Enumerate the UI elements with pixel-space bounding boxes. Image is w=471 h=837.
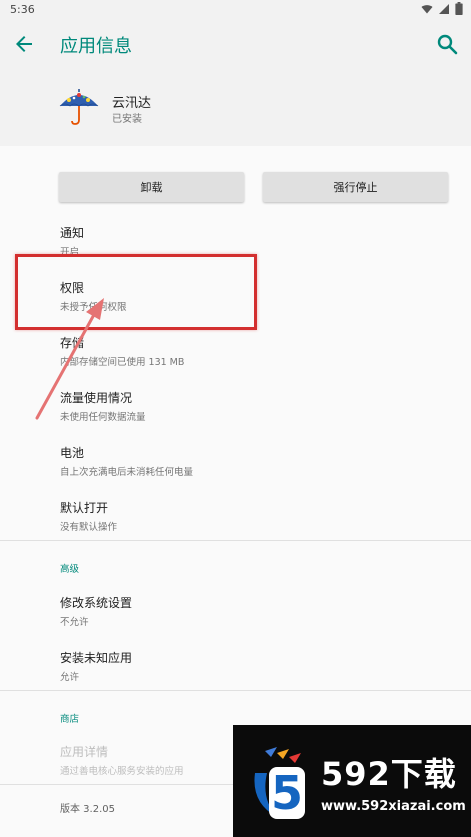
open-by-default-item[interactable]: 默认打开 没有默认操作 xyxy=(60,499,117,533)
item-subtitle: 通过善电核心服务安装的应用 xyxy=(60,766,184,777)
page-title: 应用信息 xyxy=(60,36,132,57)
back-arrow-icon[interactable] xyxy=(12,32,36,56)
version-label: 版本 3.2.05 xyxy=(60,804,115,815)
storage-item[interactable]: 存储 内部存储空间已使用 131 MB xyxy=(60,334,184,368)
watermark: 5 592下载 www.592xiazai.com xyxy=(233,725,471,837)
wifi-icon xyxy=(421,4,433,13)
item-title: 默认打开 xyxy=(60,501,109,515)
item-subtitle: 没有默认操作 xyxy=(60,522,118,533)
cellular-icon xyxy=(439,3,449,14)
install-unknown-apps-item[interactable]: 安装未知应用 允许 xyxy=(60,649,132,683)
app-name: 云汛达 xyxy=(112,96,152,111)
search-icon[interactable] xyxy=(435,32,459,56)
uninstall-button[interactable]: 卸载 xyxy=(59,172,244,202)
item-title: 电池 xyxy=(60,446,85,460)
item-subtitle: 自上次充满电后未消耗任何电量 xyxy=(60,467,194,478)
modify-system-settings-item[interactable]: 修改系统设置 不允许 xyxy=(60,594,132,628)
data-usage-item[interactable]: 流量使用情况 未使用任何数据流量 xyxy=(60,389,146,423)
advanced-section-header: 高级 xyxy=(60,564,80,575)
status-bar: 5:36 xyxy=(0,0,471,20)
battery-icon xyxy=(455,2,463,15)
item-title: 流量使用情况 xyxy=(60,391,133,405)
watermark-brand: 592下载 xyxy=(321,755,457,793)
store-section-header: 商店 xyxy=(60,714,80,725)
item-subtitle: 不允许 xyxy=(60,617,89,628)
app-bar: 应用信息 xyxy=(0,20,471,68)
force-stop-button[interactable]: 强行停止 xyxy=(263,172,448,202)
item-subtitle: 允许 xyxy=(60,672,80,683)
battery-item[interactable]: 电池 自上次充满电后未消耗任何电量 xyxy=(60,444,193,478)
item-title: 修改系统设置 xyxy=(60,596,133,610)
app-install-status: 已安装 xyxy=(112,114,142,125)
item-title: 安装未知应用 xyxy=(60,651,133,665)
item-subtitle: 未使用任何数据流量 xyxy=(60,412,146,423)
status-time: 5:36 xyxy=(10,3,35,16)
logo-digit: 5 xyxy=(271,766,303,820)
site-logo-icon: 5 xyxy=(254,747,305,820)
divider xyxy=(0,690,471,691)
item-subtitle: 内部存储空间已使用 131 MB xyxy=(60,357,185,368)
umbrella-app-icon xyxy=(59,89,99,125)
app-details-item: 应用详情 通过善电核心服务安装的应用 xyxy=(60,743,184,777)
highlight-box xyxy=(15,254,257,330)
item-title: 应用详情 xyxy=(60,745,109,759)
app-header: 云汛达 已安装 xyxy=(0,68,471,146)
item-title: 存储 xyxy=(60,336,85,350)
status-icons xyxy=(421,2,463,15)
version-item: 版本 3.2.05 xyxy=(60,797,115,815)
divider xyxy=(0,540,471,541)
notifications-item[interactable]: 通知 开启 xyxy=(60,224,84,258)
item-title: 通知 xyxy=(60,226,85,240)
watermark-url: www.592xiazai.com xyxy=(321,799,466,814)
